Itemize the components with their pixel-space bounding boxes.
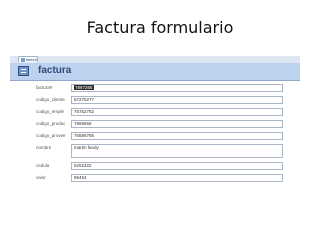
field-input-nombre[interactable]: martin fandy (71, 144, 283, 158)
field-label-codigo-provee: codigo_provee (36, 133, 66, 138)
form-icon (21, 58, 25, 62)
field-input-factura[interactable]: 7867265 (71, 84, 283, 92)
field-input-valor[interactable]: 86454 (71, 174, 283, 182)
form-title: factura (38, 65, 72, 76)
field-input-cedula[interactable]: 5252422 (71, 162, 283, 170)
access-form-window: factura factura factura# 7867265 codigo_… (10, 56, 300, 226)
tab-bar: factura (10, 56, 300, 63)
slide-title: Factura formulario (86, 18, 234, 37)
field-label-codigo-produc: codigo_produc (36, 121, 66, 126)
field-input-codigo-provee[interactable]: 76586786 (71, 132, 283, 140)
field-input-codigo-emple[interactable]: 75752752 (71, 108, 283, 116)
form-icon (18, 66, 29, 76)
field-input-codigo-cliente[interactable]: 57275277 (71, 96, 283, 104)
field-label-cedula: cedula (36, 163, 50, 168)
field-label-factura: factura# (36, 85, 53, 90)
field-label-codigo-cliente: codigo_cliente (36, 97, 65, 102)
field-value: 7867265 (74, 85, 94, 90)
tab-factura[interactable]: factura (18, 56, 38, 62)
form-header: factura (10, 63, 300, 81)
field-label-valor: valor (36, 175, 46, 180)
field-label-nombre: nombre (36, 145, 52, 150)
field-label-codigo-emple: codigo_emple (36, 109, 65, 114)
field-input-codigo-produc[interactable]: 7869656 (71, 120, 283, 128)
